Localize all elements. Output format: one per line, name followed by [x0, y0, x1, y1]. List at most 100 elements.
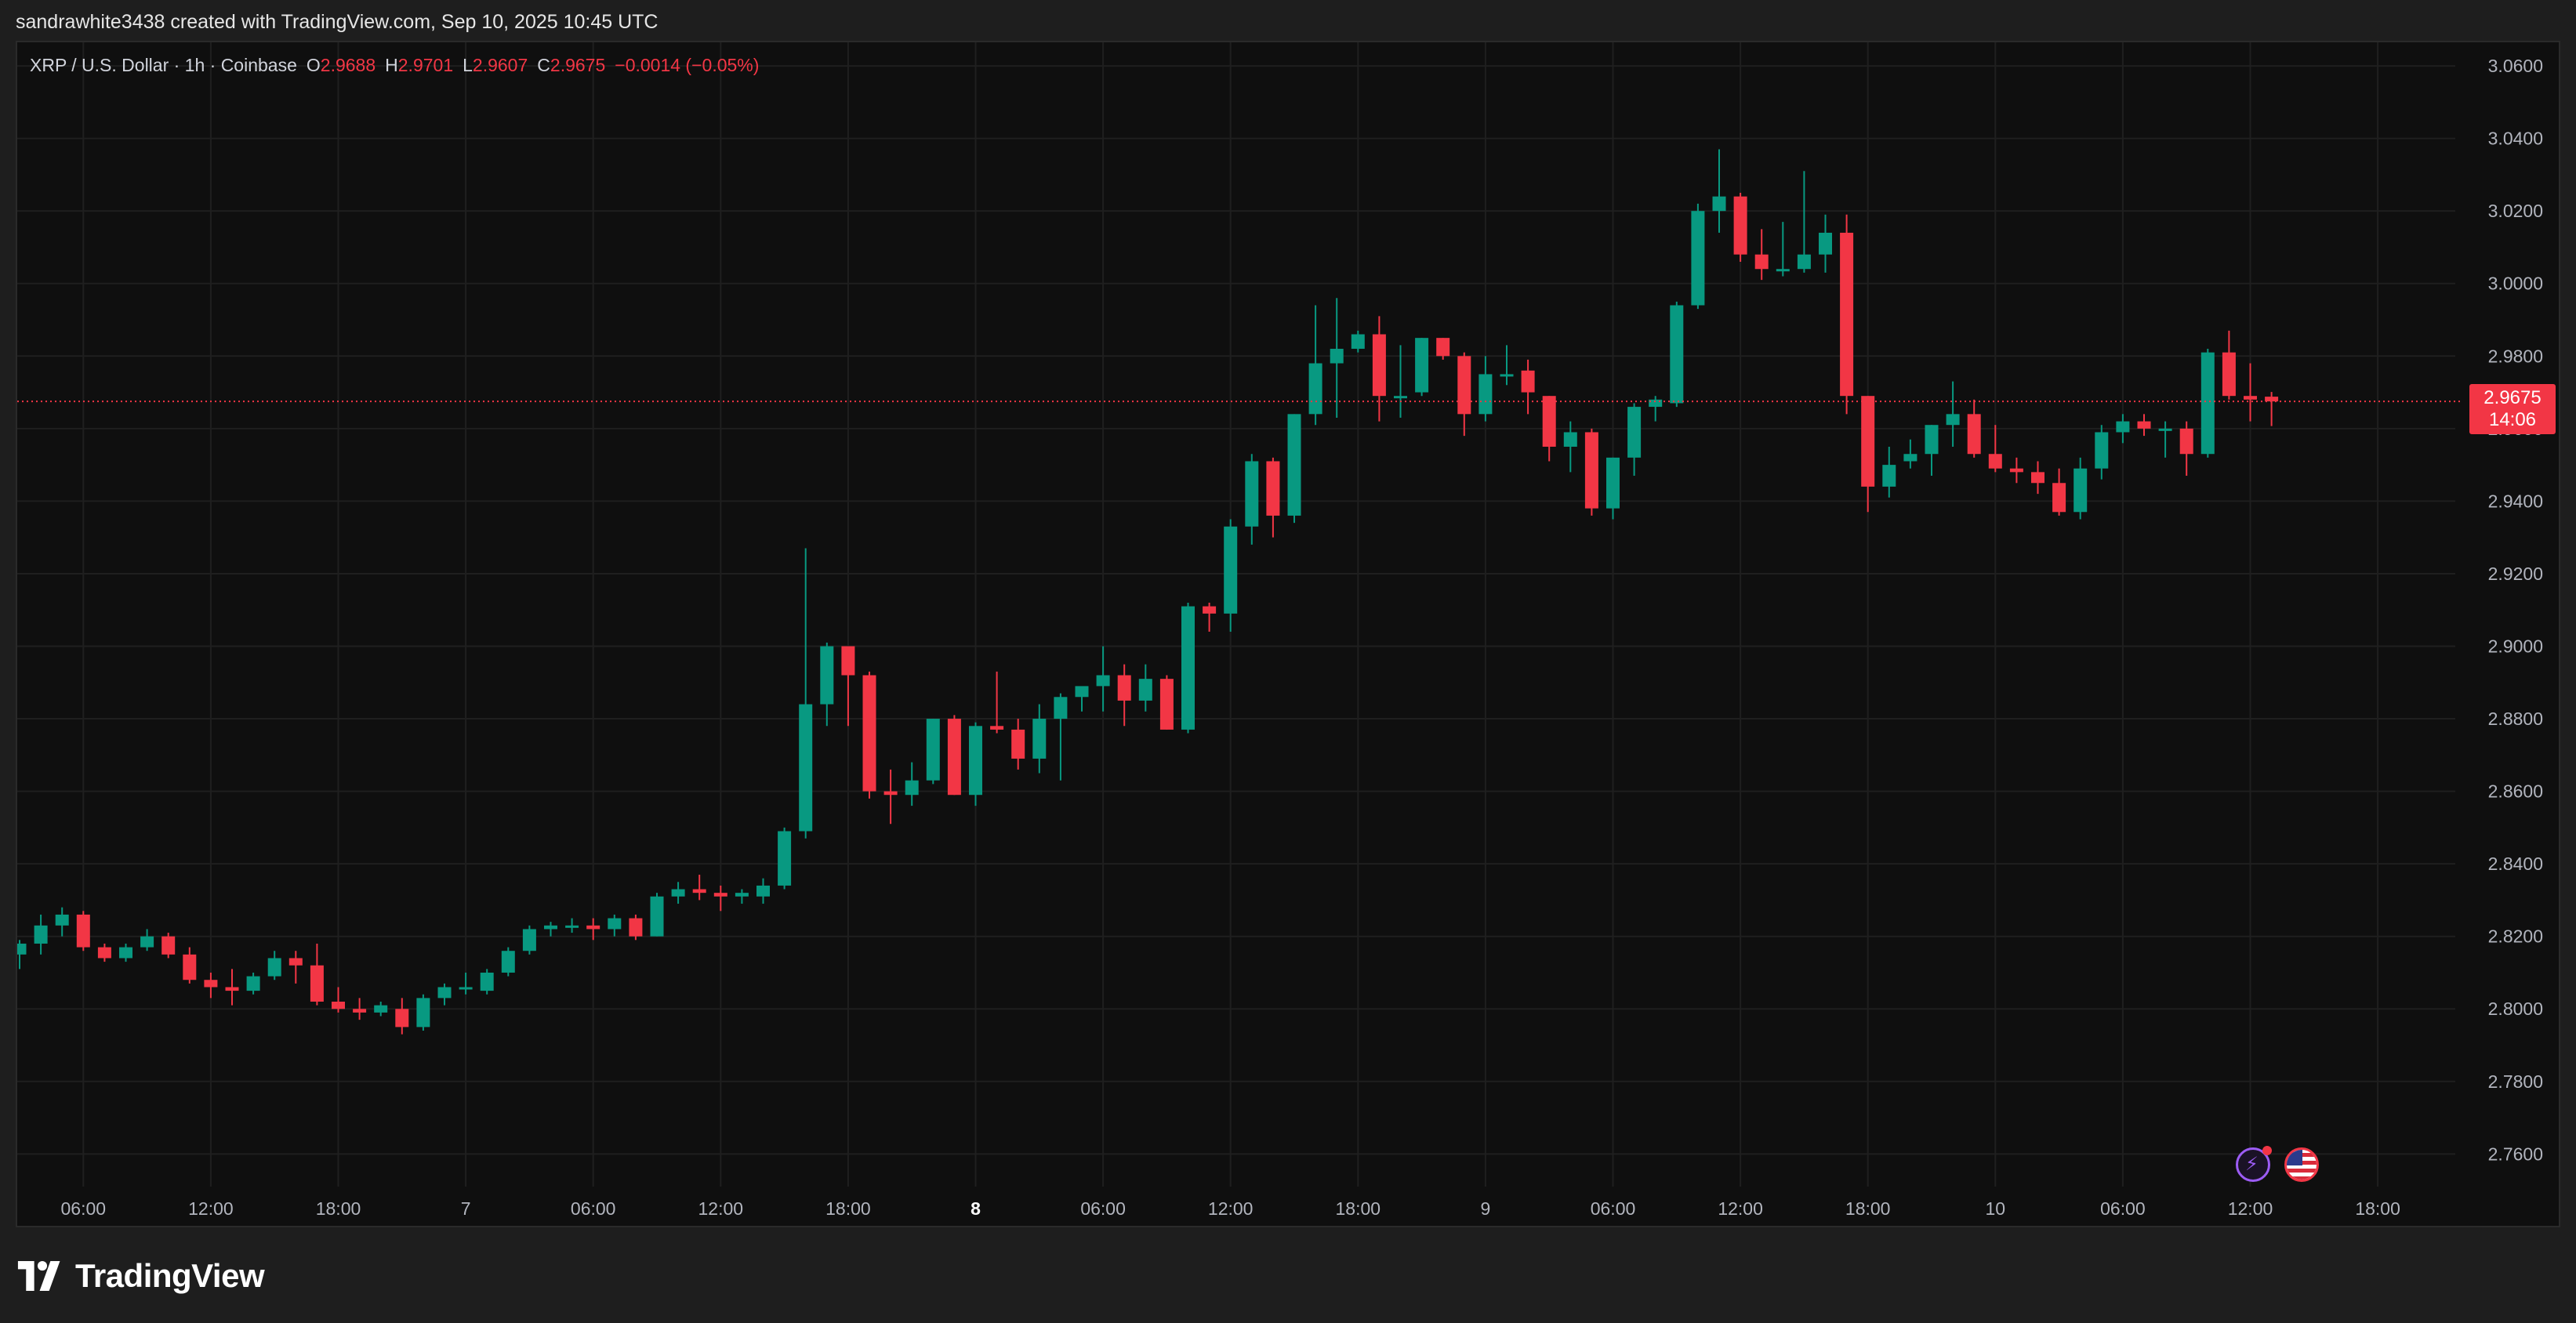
candle-up — [1054, 693, 1068, 781]
candle-down — [1011, 719, 1025, 770]
candle-down — [1159, 675, 1174, 730]
candle-body — [1670, 305, 1684, 404]
candle-up — [1691, 203, 1705, 310]
candle-down — [1988, 425, 2002, 473]
candle-down — [2265, 392, 2279, 426]
candle-body — [1436, 338, 1450, 357]
candle-down — [310, 943, 324, 1006]
candle-up — [437, 983, 452, 1006]
candle-body — [480, 972, 494, 991]
candle-body — [650, 896, 664, 937]
candle-down — [1542, 396, 1556, 462]
time-tick-label: 06:00 — [571, 1198, 616, 1219]
candle-body — [374, 1005, 388, 1013]
candle-body — [735, 893, 749, 897]
candle-body — [395, 1009, 409, 1028]
candle-down — [2009, 457, 2023, 484]
candle-up — [1224, 519, 1238, 632]
high-value: 2.9701 — [397, 55, 454, 75]
candle-down — [332, 987, 345, 1013]
candle-up — [799, 548, 813, 839]
candle-down — [2031, 461, 2044, 495]
candle-up — [119, 943, 132, 962]
candle-up — [608, 914, 622, 937]
last-price-value: 2.9675 — [2483, 387, 2542, 408]
candle-body — [671, 889, 685, 897]
candle-body — [2244, 396, 2257, 400]
candle-up — [1351, 330, 1365, 353]
candlestick-chart[interactable]: 3.06003.04003.02003.00002.98002.96002.94… — [17, 42, 2560, 1227]
candle-body — [2031, 472, 2044, 484]
candle-down — [1967, 399, 1981, 458]
symbol-legend[interactable]: XRP / U.S. Dollar · 1h · Coinbase O2.9688… — [30, 55, 759, 76]
candle-body — [1181, 606, 1195, 730]
candle-body — [544, 925, 557, 930]
candle-body — [2073, 468, 2088, 513]
candle-down — [288, 951, 303, 984]
us-flag-icon[interactable] — [2284, 1147, 2319, 1182]
candle-body — [2200, 352, 2215, 455]
candle-down — [990, 671, 1004, 734]
candle-up — [1606, 457, 1620, 520]
candle-up — [1415, 338, 1429, 397]
time-tick-label: 06:00 — [2100, 1198, 2146, 1219]
candle-up — [1903, 439, 1917, 469]
price-tick-label: 2.8200 — [2488, 926, 2543, 947]
candle-up — [267, 951, 281, 980]
candle-down — [97, 943, 111, 962]
candle-body — [990, 726, 1004, 730]
candle-down — [1266, 457, 1280, 538]
time-tick-label: 06:00 — [1080, 1198, 1126, 1219]
candle-up — [1330, 298, 1344, 418]
low-value: 2.9607 — [472, 55, 528, 75]
candle-body — [267, 958, 281, 977]
candle-up — [1287, 414, 1301, 524]
candle-down — [183, 947, 197, 984]
time-tick-label: 18:00 — [1845, 1198, 1891, 1219]
time-tick-label: 12:00 — [1208, 1198, 1254, 1219]
candle-up — [1138, 664, 1152, 712]
candle-body — [947, 719, 961, 796]
candle-down — [353, 998, 367, 1020]
open-value: 2.9688 — [320, 55, 376, 75]
candle-body — [883, 791, 898, 796]
price-tick-label: 2.9400 — [2488, 491, 2543, 511]
candle-up — [1075, 686, 1089, 712]
candle-body — [1138, 679, 1152, 701]
chart-panel[interactable]: 3.06003.04003.02003.00002.98002.96002.94… — [16, 41, 2560, 1227]
candle-body — [501, 951, 515, 973]
candle-body — [183, 954, 197, 980]
candle-body — [905, 780, 919, 796]
candle-down — [692, 875, 706, 901]
tradingview-brand[interactable]: TradingView — [17, 1257, 265, 1295]
candle-body — [841, 646, 855, 676]
time-tick-label: 12:00 — [698, 1198, 744, 1219]
price-tick-label: 3.0200 — [2488, 201, 2543, 221]
candle-up — [459, 972, 473, 995]
candle-body — [1054, 697, 1068, 719]
candle-up — [1096, 646, 1110, 712]
candle-down — [1521, 359, 1535, 415]
candle-down — [2244, 363, 2257, 422]
candle-up — [1181, 602, 1195, 734]
candle-up — [969, 722, 982, 806]
candle-body — [1627, 407, 1642, 458]
candle-up — [671, 882, 685, 904]
price-tick-label: 3.0400 — [2488, 129, 2543, 149]
candle-body — [969, 726, 982, 796]
candle-body — [778, 831, 792, 886]
time-tick-label: 18:00 — [1336, 1198, 1381, 1219]
candle-body — [1117, 675, 1131, 701]
time-tick-label: 7 — [461, 1198, 471, 1219]
candle-up — [820, 642, 834, 727]
candle-body — [1245, 461, 1259, 527]
tradingview-logo-icon — [17, 1261, 60, 1291]
candle-body — [1542, 396, 1556, 447]
candle-body — [522, 929, 536, 951]
candle-body — [1584, 432, 1598, 509]
candle-down — [2137, 414, 2151, 437]
time-tick-label: 06:00 — [1591, 1198, 1636, 1219]
candle-body — [1903, 454, 1917, 462]
last-price-tag: 2.9675 14:06 — [2469, 384, 2556, 434]
high-label: H — [385, 55, 398, 75]
